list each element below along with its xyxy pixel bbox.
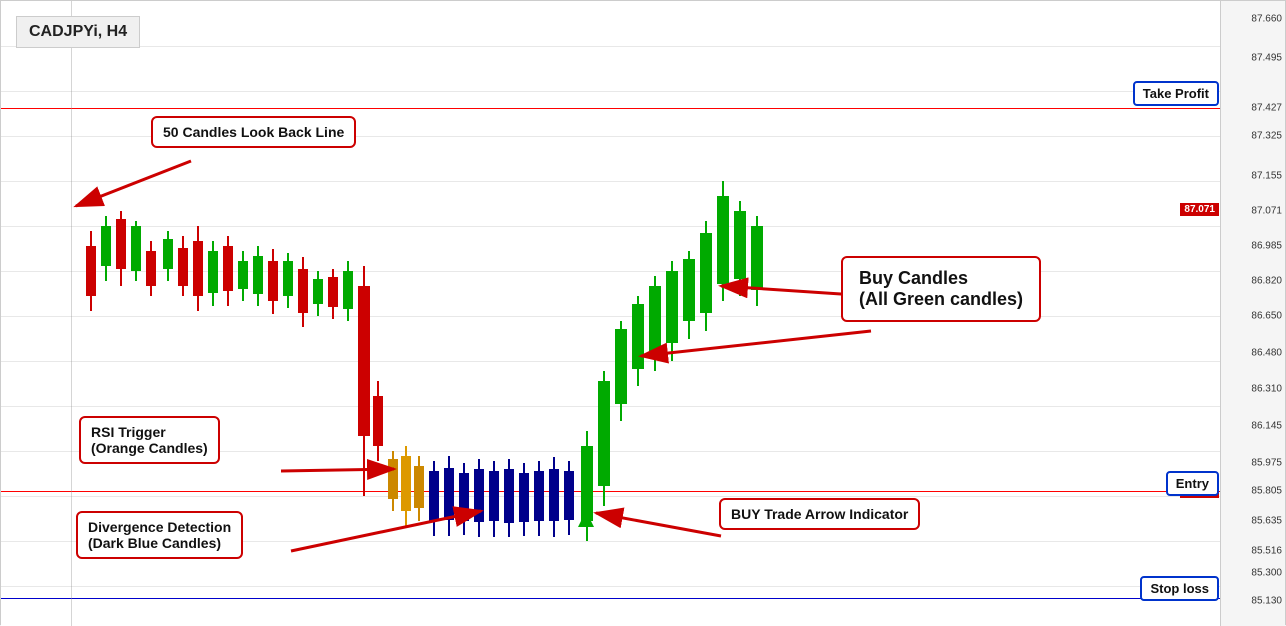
grid-line [1,271,1251,272]
stop-loss-label: Stop loss [1140,576,1219,601]
buy-candles-line1: Buy Candles [859,268,968,288]
divergence-line1: Divergence Detection [88,519,231,535]
entry-line [1,491,1251,492]
take-profit-label: Take Profit [1133,81,1219,106]
divergence-annotation: Divergence Detection (Dark Blue Candles) [76,511,243,559]
divergence-line2: (Dark Blue Candles) [88,535,221,551]
price-p11: 86.145 [1251,421,1282,432]
price-p12: 85.975 [1251,458,1282,469]
price-p14: 85.635 [1251,516,1282,527]
rsi-line2: (Orange Candles) [91,440,208,456]
take-profit-line [1,108,1251,109]
price-p8: 86.650 [1251,311,1282,322]
price-p17: 85.130 [1251,596,1282,607]
buy-arrow-annotation: BUY Trade Arrow Indicator [719,498,920,530]
price-p5: 87.071 [1251,206,1282,217]
price-p3: 87.325 [1251,131,1282,142]
buy-candles-line2: (All Green candles) [859,289,1023,309]
price-p1: 87.495 [1251,53,1282,64]
buy-candles-annotation: Buy Candles (All Green candles) [841,256,1041,322]
price-p6: 86.985 [1251,241,1282,252]
symbol-label: CADJPYi, H4 [16,16,140,48]
price-p7: 86.820 [1251,276,1282,287]
rsi-trigger-annotation: RSI Trigger (Orange Candles) [79,416,220,464]
grid-line [1,496,1251,497]
grid-line [1,46,1251,47]
price-p9: 86.480 [1251,348,1282,359]
price-p2: 87.427 [1251,103,1282,114]
lookback-annotation: 50 Candles Look Back Line [151,116,356,148]
grid-line [1,91,1251,92]
grid-line [1,406,1251,407]
grid-line [1,181,1251,182]
entry-label: Entry [1166,471,1219,496]
price-p13: 85.805 [1251,486,1282,497]
price-p4: 87.155 [1251,171,1282,182]
price-p16: 85.300 [1251,568,1282,579]
chart-area: CADJPYi, H4 50 Candles Look Back Line Bu… [1,1,1251,626]
stop-loss-line [1,598,1251,599]
grid-line [1,316,1251,317]
lookback-line [71,1,72,626]
grid-line [1,226,1251,227]
price-top: 87.660 [1251,14,1282,25]
current-price-badge: 87.071 [1180,203,1219,216]
price-axis: 87.660 87.495 87.427 87.325 87.155 87.07… [1220,1,1285,626]
price-p15: 85.516 [1251,546,1282,557]
grid-line [1,586,1251,587]
chart-container: CADJPYi, H4 50 Candles Look Back Line Bu… [0,0,1286,625]
price-p10: 86.310 [1251,384,1282,395]
buy-arrow-indicator [578,511,594,527]
rsi-line1: RSI Trigger [91,424,166,440]
